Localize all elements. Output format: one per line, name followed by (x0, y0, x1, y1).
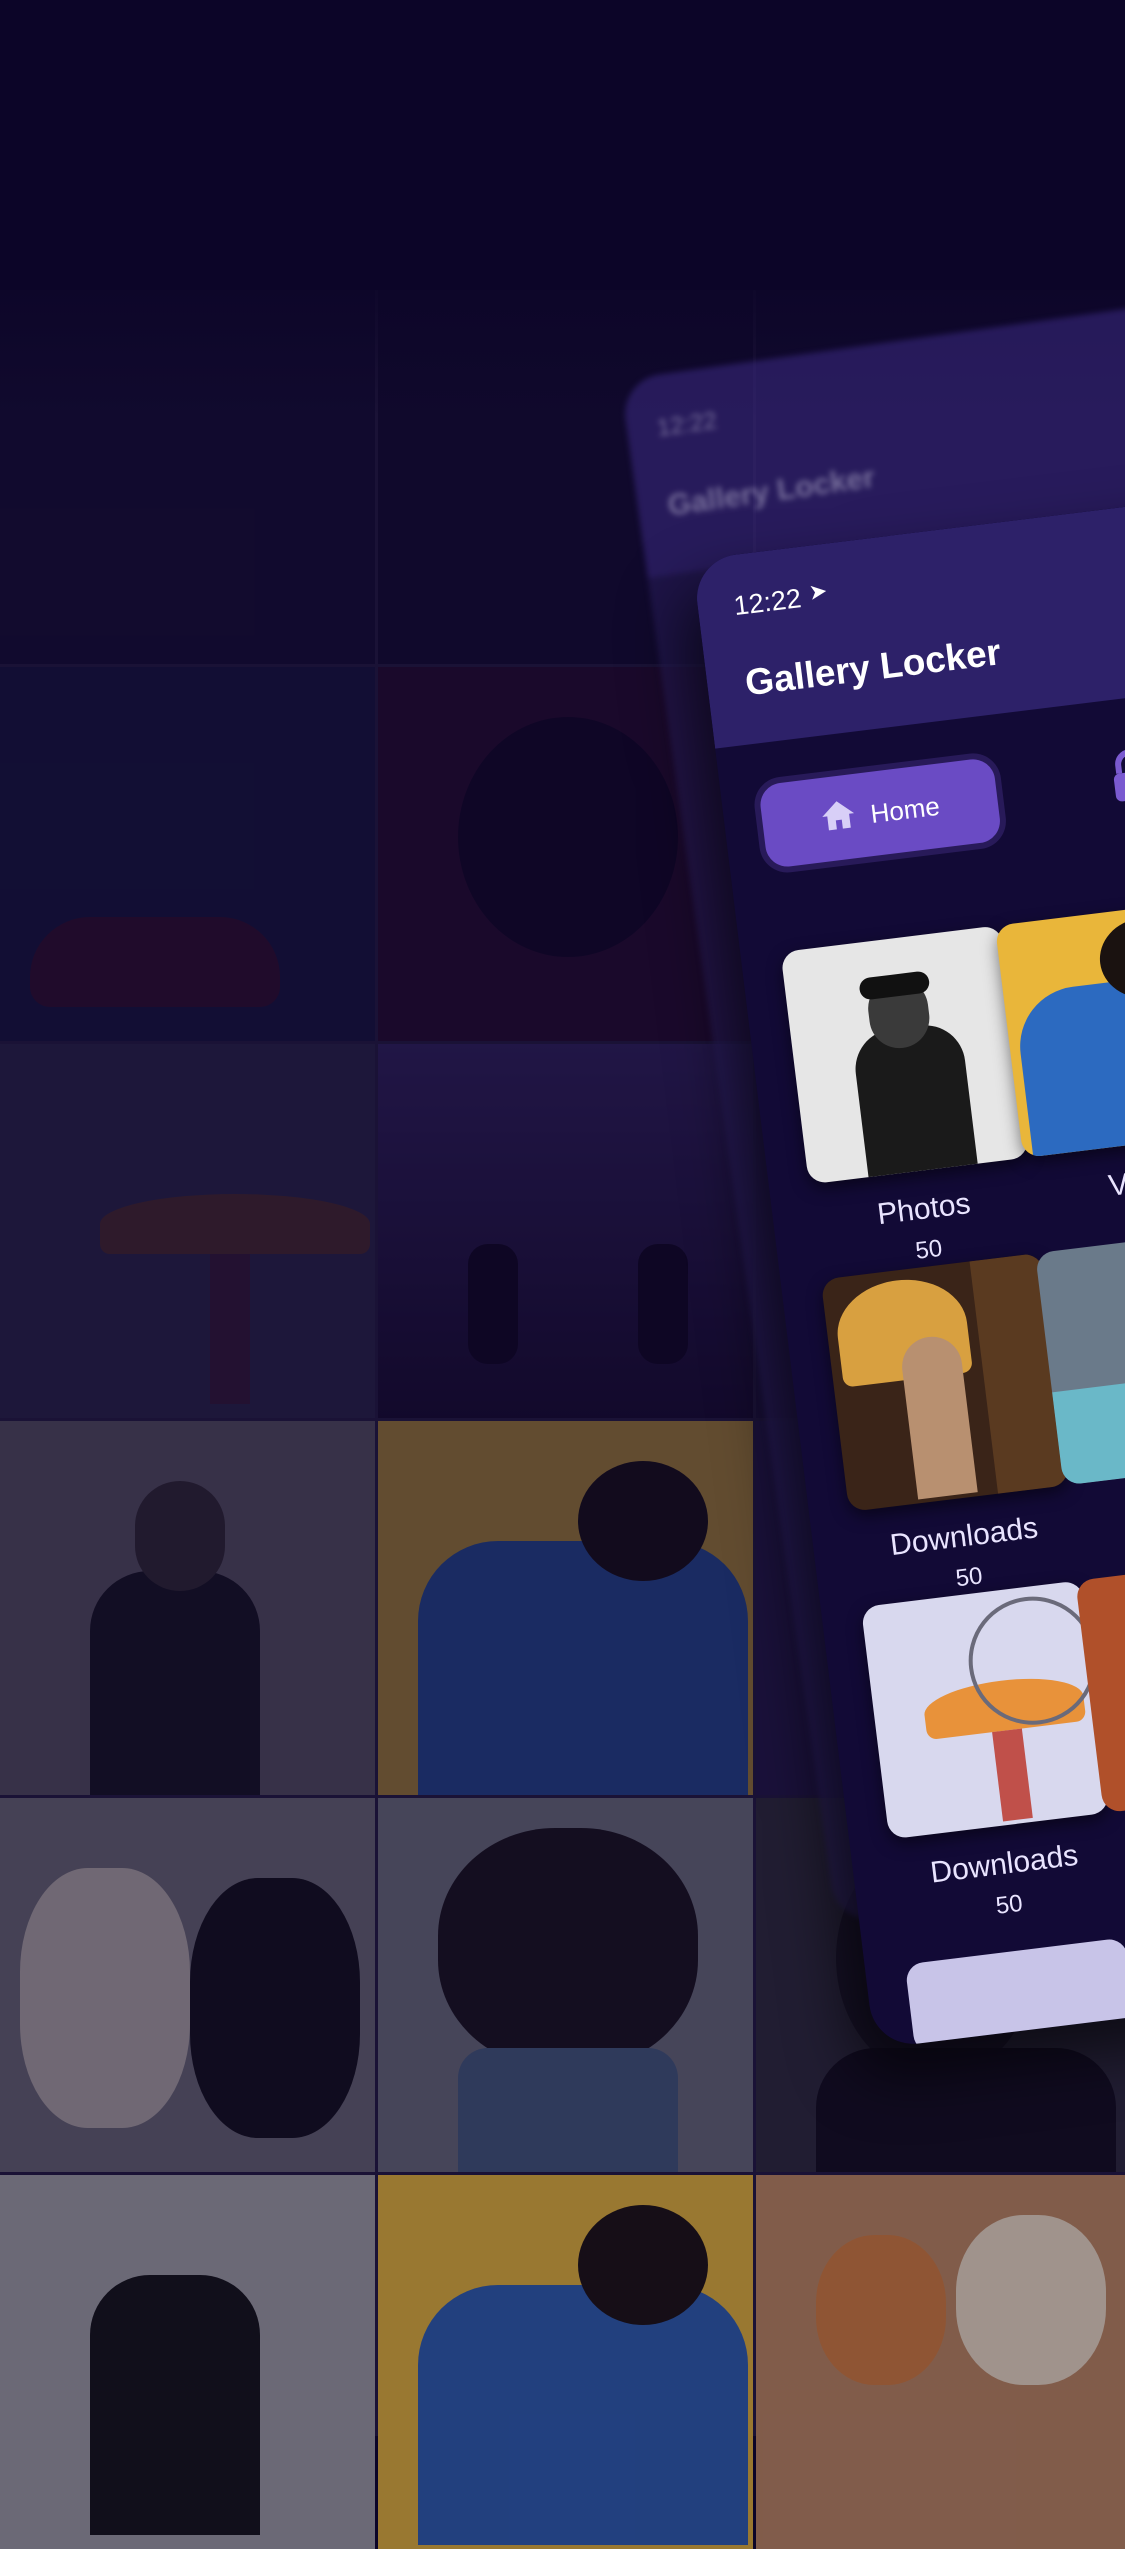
status-time: 12:22 (732, 583, 803, 622)
bg-photo-tile (0, 1798, 375, 2172)
bg-photo-tile (0, 667, 375, 1041)
bg-photo-tile (0, 1044, 375, 1418)
bg-photo-tile (378, 1798, 753, 2172)
tab-home-label: Home (868, 790, 942, 829)
album-thumbnail (820, 1252, 1070, 1512)
bg-photo-tile (378, 1421, 753, 1795)
bg-photo-tile (0, 1421, 375, 1795)
tab-locked[interactable] (1106, 745, 1125, 810)
app-title: Gallery Locker (742, 631, 1004, 704)
bg-photo-tile (378, 1044, 753, 1418)
lock-icon (1112, 749, 1125, 810)
bg-photo-tile (378, 2175, 753, 2549)
tab-home[interactable]: Home (757, 756, 1003, 870)
album-name: Vide (1106, 1162, 1125, 1203)
album-thumbnail (780, 925, 1030, 1185)
bg-photo-tile (756, 2175, 1125, 2549)
bg-photo-tile (0, 2175, 375, 2549)
location-arrow-icon: ➤ (807, 577, 829, 605)
album-thumbnail (860, 1580, 1110, 1840)
home-icon (819, 796, 859, 839)
